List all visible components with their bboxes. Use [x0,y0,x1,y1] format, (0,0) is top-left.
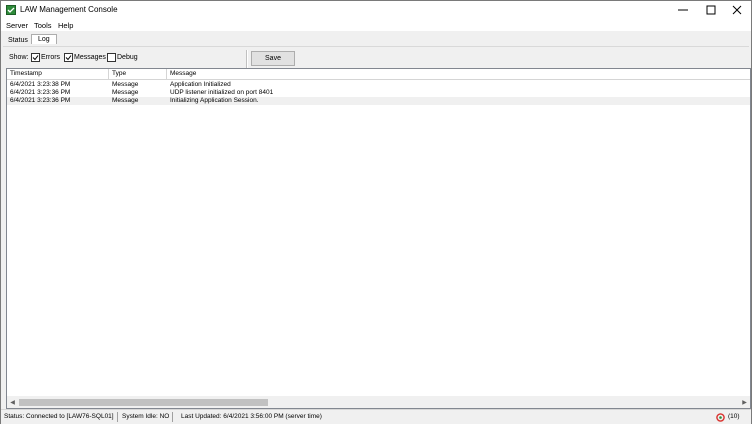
type-cell: Message [112,81,139,88]
check-icon [32,55,39,61]
column-header-timestamp[interactable]: Timestamp [7,69,109,79]
scroll-left-icon[interactable]: ◀ [7,397,18,408]
menu-tools[interactable]: Tools [34,21,52,30]
close-button[interactable] [723,1,751,19]
refresh-status-icon[interactable] [716,413,725,422]
title-bar[interactable]: LAW Management Console [1,1,751,19]
main-window: LAW Management Console Server Tools Help… [0,0,752,424]
menu-bar: Server Tools Help [1,19,751,31]
toolbar-separator [246,50,248,68]
menu-help[interactable]: Help [58,21,73,30]
minimize-icon [678,9,688,11]
timestamp-cell: 6/4/2021 3:23:36 PM [10,97,71,104]
type-cell: Message [112,89,139,96]
menu-server[interactable]: Server [6,21,28,30]
errors-label[interactable]: Errors [41,54,60,61]
table-row-selected[interactable]: 6/4/2021 3:23:36 PM Message Initializing… [7,97,750,105]
tab-strip: Status Log [1,32,751,46]
last-updated: Last Updated: 6/4/2021 3:56:00 PM (serve… [181,413,322,420]
scrollbar-thumb[interactable] [19,399,268,406]
status-count: (10) [728,413,740,420]
save-button[interactable]: Save [251,51,295,66]
connection-status: Status: Connected to [LAW76-SQL01] [1,412,118,422]
column-header-type[interactable]: Type [109,69,167,79]
timestamp-cell: 6/4/2021 3:23:38 PM [10,81,71,88]
messages-label[interactable]: Messages [74,54,106,61]
status-bar: Status: Connected to [LAW76-SQL01] Syste… [1,409,751,424]
tab-log[interactable]: Log [31,34,57,44]
debug-label[interactable]: Debug [117,54,138,61]
table-row[interactable]: 6/4/2021 3:23:38 PM Message Application … [7,81,750,89]
errors-checkbox[interactable] [31,53,40,62]
debug-checkbox[interactable] [107,53,116,62]
table-header: Timestamp Type Message [7,69,750,80]
check-icon [65,55,72,61]
scroll-right-icon[interactable]: ▶ [739,397,750,408]
horizontal-scrollbar[interactable]: ◀ ▶ [7,396,750,408]
message-cell: Initializing Application Session. [170,97,259,104]
maximize-icon [706,5,716,15]
table-row[interactable]: 6/4/2021 3:23:36 PM Message UDP listener… [7,89,750,97]
close-icon [732,5,742,15]
app-icon [6,5,16,15]
minimize-button[interactable] [669,1,697,19]
tab-status[interactable]: Status [8,37,28,44]
log-table[interactable]: Timestamp Type Message 6/4/2021 3:23:38 … [6,68,751,409]
log-toolbar: Show: Errors Messages Debug Save [3,46,749,69]
message-cell: Application Initialized [170,81,231,88]
window-title: LAW Management Console [20,5,118,14]
column-header-message[interactable]: Message [167,69,750,79]
type-cell: Message [112,97,139,104]
messages-checkbox[interactable] [64,53,73,62]
idle-status: System Idle: NO [119,412,174,422]
show-label: Show: [9,54,29,61]
message-cell: UDP listener initialized on port 8401 [170,89,274,96]
maximize-button[interactable] [697,1,725,19]
timestamp-cell: 6/4/2021 3:23:36 PM [10,89,71,96]
